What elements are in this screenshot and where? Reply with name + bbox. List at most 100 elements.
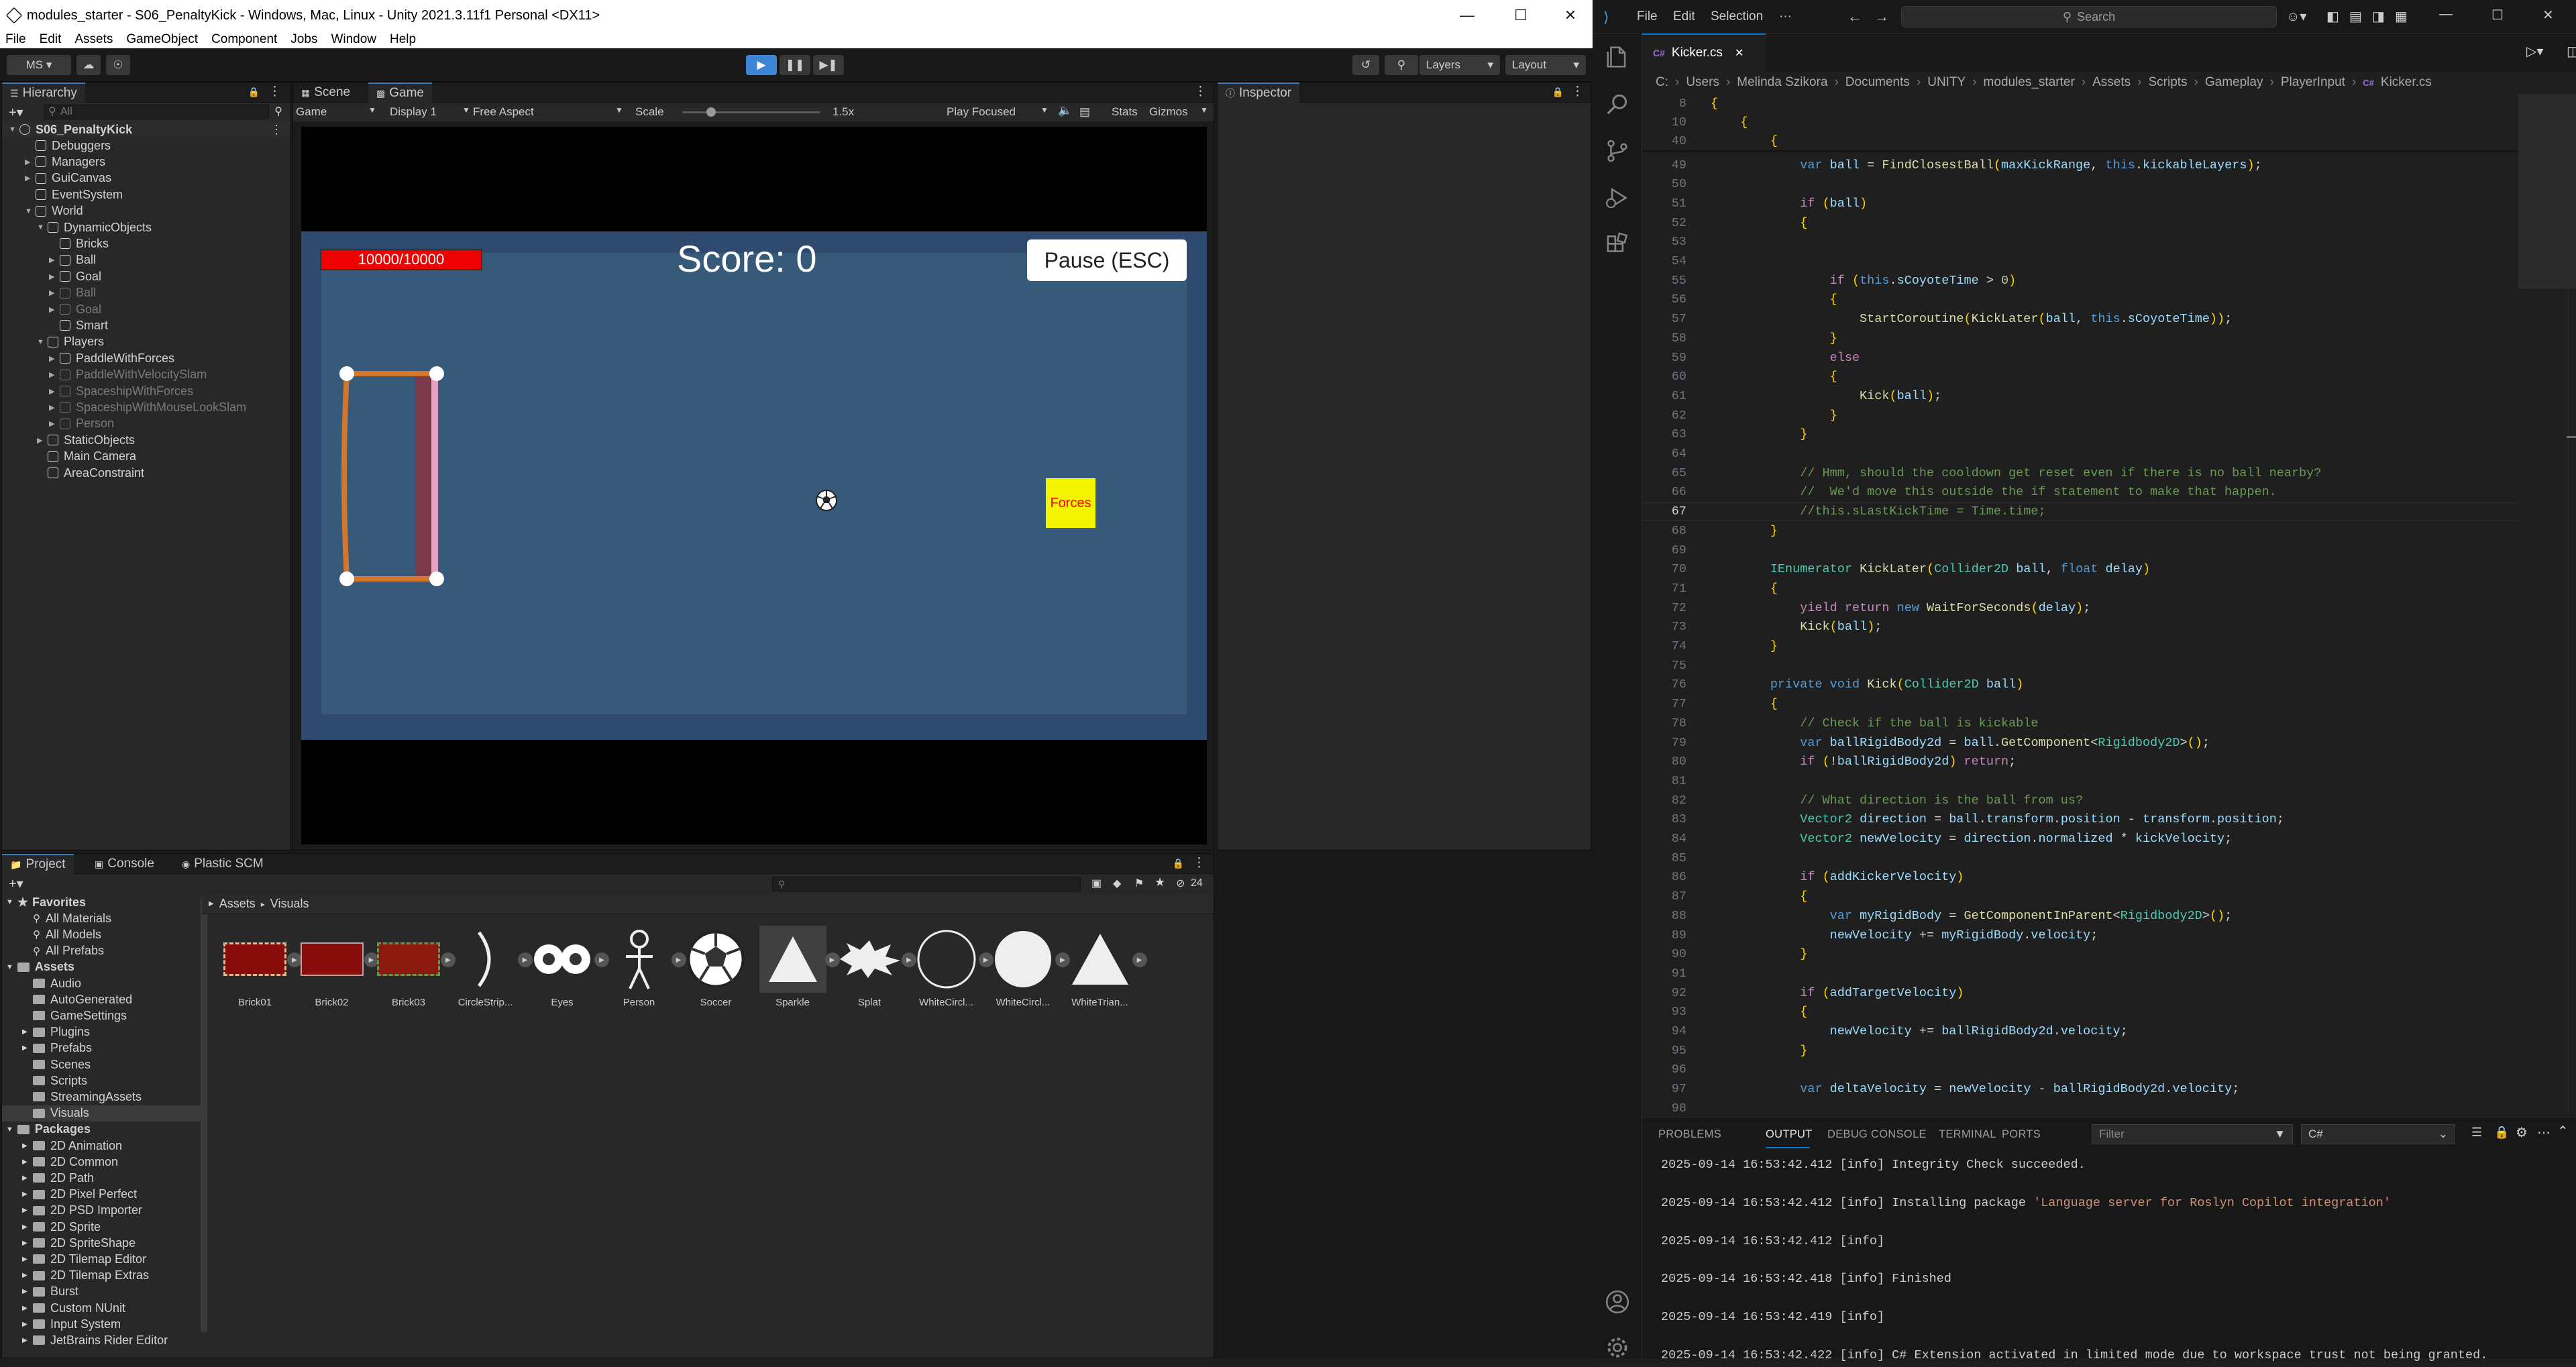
- code-line[interactable]: 53: [1642, 233, 2528, 252]
- tree-item[interactable]: GameSettings: [2, 1007, 201, 1024]
- code-line[interactable]: 77 {: [1642, 695, 2528, 714]
- breadcrumb-segment[interactable]: PlayerInput: [2281, 75, 2345, 90]
- more-options-icon[interactable]: ⋮: [270, 123, 282, 137]
- tree-item[interactable]: ⚲ All Materials: [2, 910, 201, 926]
- code-line[interactable]: 56 {: [1642, 290, 2528, 309]
- chevron-right-icon[interactable]: ▶: [22, 1321, 33, 1328]
- code-line[interactable]: 60 {: [1642, 368, 2528, 386]
- code-line[interactable]: 83 Vector2 direction = ball.transform.po…: [1642, 810, 2528, 829]
- collab-icon[interactable]: ☉: [106, 55, 130, 75]
- menu-window[interactable]: Window: [331, 32, 376, 47]
- chevron-right-icon[interactable]: ▶: [49, 354, 60, 363]
- chevron-right-icon[interactable]: ▶: [22, 1288, 33, 1295]
- play-button[interactable]: ▶: [746, 55, 777, 75]
- toggle-secondary-sidebar-icon[interactable]: ◨: [2372, 8, 2385, 25]
- chevron-right-icon[interactable]: ▶: [22, 1256, 33, 1263]
- hierarchy-item[interactable]: ▶ Ball: [2, 285, 290, 301]
- chevron-down-icon[interactable]: ▼: [37, 338, 48, 346]
- command-search-input[interactable]: ⚲ Search: [1901, 6, 2277, 28]
- chevron-down-icon[interactable]: ▼: [6, 1126, 13, 1134]
- chevron-right-icon[interactable]: ▶: [22, 1305, 33, 1312]
- chevron-right-icon[interactable]: ▶: [22, 1028, 33, 1036]
- asset-tile[interactable]: WhiteTrian... ▶: [1063, 926, 1147, 1008]
- tab-kicker-cs[interactable]: C# Kicker.cs ✕: [1642, 34, 1766, 71]
- asset-tile[interactable]: Brick01 ▶: [217, 926, 302, 1008]
- breadcrumb-segment[interactable]: Scripts: [2148, 75, 2187, 90]
- menu-file[interactable]: File: [1637, 9, 1658, 24]
- chevron-right-icon[interactable]: ▶: [22, 1272, 33, 1279]
- code-line[interactable]: 82 // What direction is the ball from us…: [1642, 791, 2528, 810]
- chevron-right-icon[interactable]: ▶: [37, 436, 48, 445]
- hierarchy-item[interactable]: ▶ Managers: [2, 154, 290, 170]
- hierarchy-item[interactable]: Bricks: [2, 235, 290, 252]
- tree-item[interactable]: ▶ 2D Tilemap Extras: [2, 1268, 201, 1284]
- extensions-icon[interactable]: [1605, 232, 1630, 258]
- code-line[interactable]: 57 StartCoroutine(KickLater(ball, this.s…: [1642, 310, 2528, 329]
- chevron-right-icon[interactable]: ▶: [49, 288, 60, 297]
- chevron-right-icon[interactable]: ▶: [22, 1174, 33, 1182]
- code-line[interactable]: 50: [1642, 175, 2528, 194]
- chevron-down-icon[interactable]: ▼: [37, 223, 48, 231]
- clear-output-icon[interactable]: ☰: [2471, 1126, 2482, 1140]
- chevron-right-icon[interactable]: ▶: [22, 1142, 33, 1150]
- display-dropdown[interactable]: Display 1: [390, 105, 437, 119]
- lock-icon[interactable]: 🔒: [1173, 858, 1184, 869]
- settings-gear-icon[interactable]: ⚙: [2516, 1124, 2528, 1141]
- filter-icon[interactable]: ⚲: [274, 105, 282, 118]
- project-search-input[interactable]: ⚲: [772, 877, 1081, 891]
- run-debug-icon[interactable]: [1605, 185, 1630, 211]
- play-focused-dropdown[interactable]: Play Focused: [947, 105, 1016, 119]
- hierarchy-item[interactable]: ▼ DynamicObjects: [2, 219, 290, 235]
- chevron-right-icon[interactable]: ▶: [22, 1191, 33, 1198]
- tree-section-assets[interactable]: ▼ Assets: [6, 959, 74, 975]
- output-channel-select[interactable]: C# ⌄: [2301, 1124, 2455, 1144]
- tree-item[interactable]: ▶ 2D Common: [2, 1154, 201, 1170]
- maximize-panel-icon[interactable]: ⌃: [2557, 1123, 2569, 1140]
- code-line[interactable]: 88 var myRigidBody = GetComponentInParen…: [1642, 906, 2528, 925]
- lock-scroll-icon[interactable]: 🔒: [2494, 1126, 2509, 1140]
- code-line[interactable]: 70 IEnumerator KickLater(Collider2D ball…: [1642, 560, 2528, 579]
- scale-slider-thumb[interactable]: [706, 107, 716, 117]
- tab-inspector[interactable]: ⓘ Inspector: [1218, 83, 1300, 103]
- tree-item[interactable]: ⚲ All Models: [2, 926, 201, 942]
- sticky-scroll-line[interactable]: 10 {: [1642, 113, 2528, 131]
- chevron-right-icon[interactable]: ▶: [49, 256, 60, 264]
- code-line[interactable]: 86 if (addKickerVelocity): [1642, 868, 2528, 887]
- hierarchy-item[interactable]: ▶ Person: [2, 416, 290, 432]
- toggle-sidebar-icon[interactable]: ◧: [2326, 8, 2339, 25]
- tree-item[interactable]: ▶ 2D PSD Importer: [2, 1203, 201, 1219]
- chevron-right-icon[interactable]: ▶: [25, 174, 36, 182]
- game-mode-dropdown[interactable]: Game: [296, 105, 327, 119]
- scale-slider-track[interactable]: [682, 111, 820, 113]
- code-line[interactable]: 84 Vector2 newVelocity = direction.norma…: [1642, 830, 2528, 849]
- hierarchy-item[interactable]: ▶ PaddleWithForces: [2, 350, 290, 366]
- step-button[interactable]: ▶❚: [813, 55, 844, 75]
- tree-item[interactable]: ▶ 2D Pixel Perfect: [2, 1187, 201, 1203]
- chevron-right-icon[interactable]: ▶: [22, 1240, 33, 1247]
- tab-scene[interactable]: ▦ Scene: [293, 83, 358, 103]
- more-options-icon[interactable]: ⋮: [268, 84, 281, 99]
- expand-sprite-icon[interactable]: ▶: [1132, 952, 1147, 967]
- code-line[interactable]: 95 }: [1642, 1041, 2528, 1060]
- asset-tile[interactable]: Eyes ▶: [525, 926, 609, 1008]
- more-options-icon[interactable]: ⋮: [1193, 855, 1205, 871]
- minimize-icon[interactable]: —: [2439, 7, 2453, 22]
- chevron-down-icon[interactable]: ▼: [6, 898, 13, 906]
- breadcrumb-segment[interactable]: Users: [1686, 75, 1719, 90]
- code-line[interactable]: 96: [1642, 1060, 2528, 1079]
- menu-help[interactable]: Help: [390, 32, 416, 47]
- hierarchy-item[interactable]: ▶ Goal: [2, 268, 290, 284]
- hierarchy-item[interactable]: Smart: [2, 317, 290, 333]
- chevron-right-icon[interactable]: ▶: [49, 387, 60, 396]
- chevron-right-icon[interactable]: ▶: [49, 370, 60, 379]
- breadcrumb-segment[interactable]: C:: [1656, 75, 1668, 90]
- code-line[interactable]: 90 }: [1642, 945, 2528, 964]
- chevron-right-icon[interactable]: ▶: [49, 272, 60, 281]
- code-line[interactable]: 63 }: [1642, 425, 2528, 444]
- code-line[interactable]: 61 Kick(ball);: [1642, 386, 2528, 405]
- mute-audio-icon[interactable]: 🔈: [1058, 104, 1072, 117]
- breadcrumb-segment[interactable]: UNITY: [1927, 75, 1966, 90]
- asset-tile[interactable]: Soccer: [678, 926, 753, 1008]
- sticky-scroll-line[interactable]: 40 {: [1642, 131, 2528, 150]
- cloud-icon[interactable]: ☁: [76, 55, 101, 75]
